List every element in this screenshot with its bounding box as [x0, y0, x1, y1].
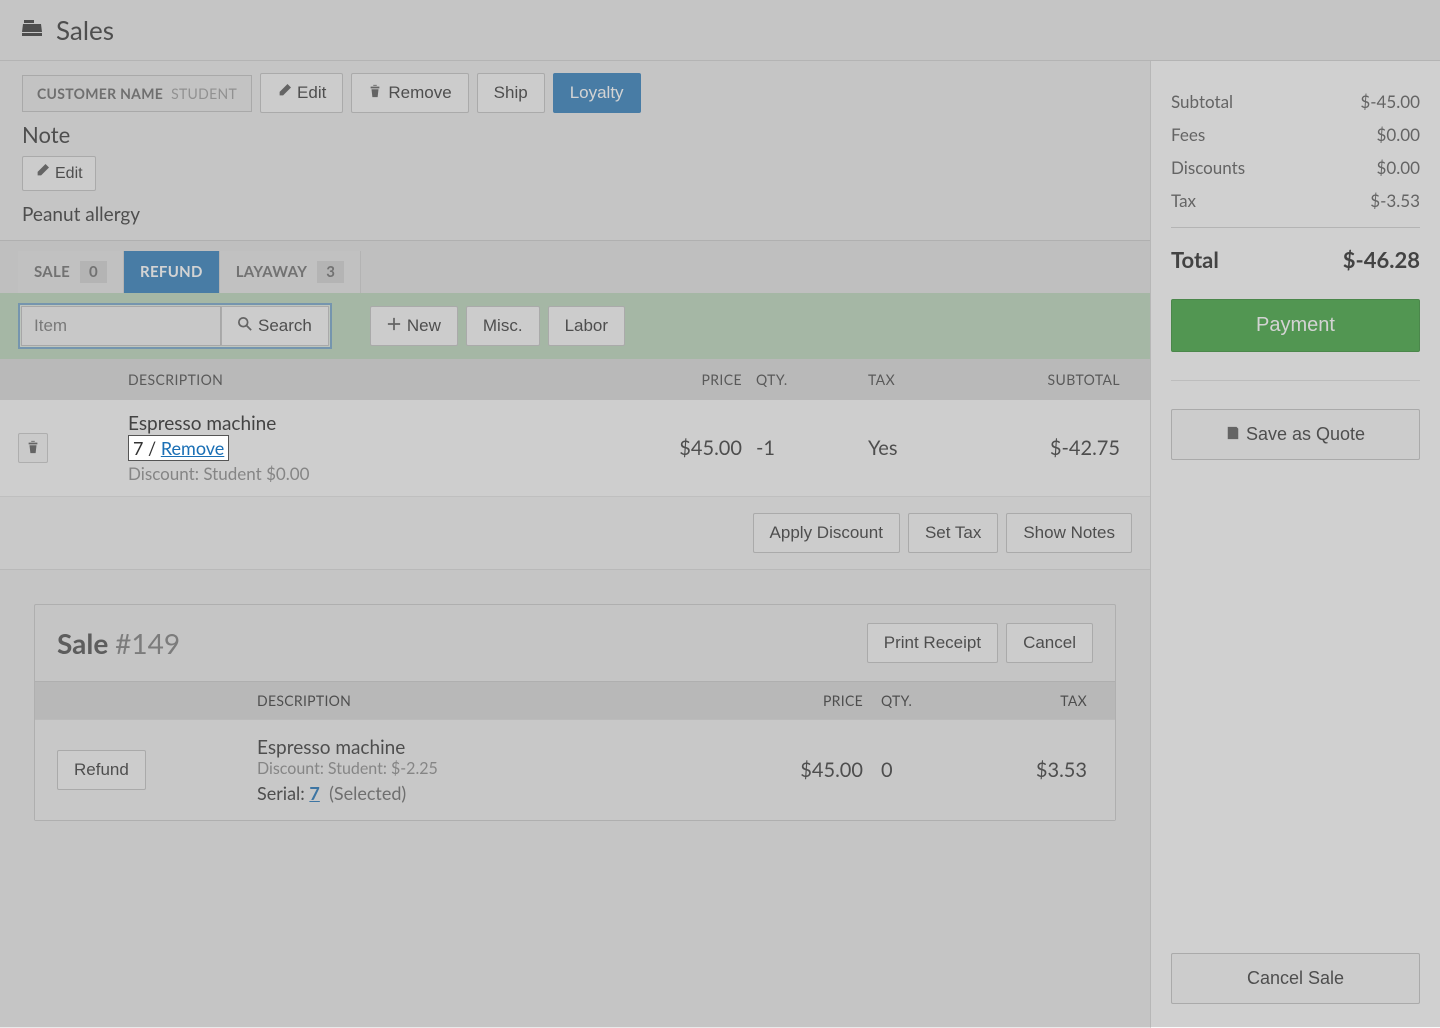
- line-description-cell: Espresso machine 7 / Remove Discount: St…: [58, 412, 632, 484]
- serial-link[interactable]: 7: [309, 782, 319, 804]
- loyalty-button[interactable]: Loyalty: [553, 73, 641, 113]
- set-tax-button[interactable]: Set Tax: [908, 513, 998, 553]
- col-description: DESCRIPTION: [18, 371, 632, 388]
- ship-button[interactable]: Ship: [477, 73, 545, 113]
- item-search-wrap: Search: [18, 303, 332, 349]
- edit-note-button[interactable]: Edit: [22, 156, 96, 191]
- remove-customer-button[interactable]: Remove: [351, 73, 468, 113]
- sale-card-line: Refund Espresso machine Discount: Studen…: [35, 719, 1115, 820]
- trash-icon: [368, 83, 382, 103]
- pencil-icon: [35, 164, 49, 183]
- sale-count-badge: 0: [80, 261, 107, 283]
- sale-line-qty: 0: [881, 758, 893, 782]
- line-item-name: Espresso machine: [128, 412, 632, 435]
- fees-row: Fees $0.00: [1171, 118, 1420, 151]
- note-text: Peanut allergy: [22, 203, 1128, 226]
- item-search-input[interactable]: [21, 306, 221, 346]
- sale-line-serial: Serial: 7 (Selected): [257, 782, 743, 804]
- serial-number: 7: [133, 437, 143, 459]
- cancel-sale-card-button[interactable]: Cancel: [1006, 623, 1093, 663]
- original-sale-card: Sale #149 Print Receipt Cancel DESCRIPTI…: [34, 604, 1116, 821]
- customer-name-value: STUDENT: [171, 85, 237, 102]
- line-qty: -1: [742, 436, 822, 460]
- refund-line-button[interactable]: Refund: [57, 750, 146, 790]
- sale-line-name: Espresso machine: [257, 736, 743, 759]
- tab-sale[interactable]: SALE 0: [18, 251, 124, 293]
- customer-name-box[interactable]: CUSTOMER NAME STUDENT: [22, 75, 252, 112]
- sale-card-table-header: DESCRIPTION PRICE QTY. TAX: [35, 681, 1115, 719]
- search-button[interactable]: Search: [221, 306, 329, 346]
- col-qty: QTY.: [742, 371, 822, 388]
- line-actions-row: Apply Discount Set Tax Show Notes: [0, 497, 1150, 570]
- customer-name-label: CUSTOMER NAME: [37, 85, 163, 102]
- line-item-row[interactable]: Espresso machine 7 / Remove Discount: St…: [0, 400, 1150, 497]
- item-search-row: Search New Misc. Labor: [0, 293, 1150, 359]
- tab-refund[interactable]: REFUND: [124, 251, 220, 293]
- line-discount: Discount: Student $0.00: [128, 463, 632, 484]
- payment-button[interactable]: Payment: [1171, 299, 1420, 352]
- customer-toolbar: CUSTOMER NAME STUDENT Edit Remove Ship L…: [0, 61, 1150, 113]
- line-subtotal: $-42.75: [982, 436, 1132, 460]
- layaway-count-badge: 3: [317, 261, 344, 283]
- line-table-header: DESCRIPTION PRICE QTY. TAX SUBTOTAL: [0, 359, 1150, 400]
- line-price: $45.00: [632, 436, 742, 460]
- delete-line-button[interactable]: [18, 433, 48, 463]
- col-tax: TAX: [822, 371, 982, 388]
- save-quote-button[interactable]: Save as Quote: [1171, 409, 1420, 460]
- quote-icon: [1226, 424, 1240, 445]
- subtotal-row: Subtotal $-45.00: [1171, 85, 1420, 118]
- col-subtotal: SUBTOTAL: [982, 371, 1132, 388]
- search-icon: [238, 316, 252, 336]
- serial-highlight: 7 / Remove: [128, 435, 229, 461]
- totals-sidebar: Subtotal $-45.00 Fees $0.00 Discounts $0…: [1150, 61, 1440, 1028]
- sale-line-price: $45.00: [800, 758, 863, 782]
- show-notes-button[interactable]: Show Notes: [1006, 513, 1132, 553]
- note-heading: Note: [22, 121, 1128, 148]
- page-title: Sales: [56, 14, 114, 46]
- misc-button[interactable]: Misc.: [466, 306, 540, 346]
- page-header: Sales: [0, 0, 1440, 61]
- tab-layaway[interactable]: LAYAWAY 3: [220, 251, 362, 293]
- cancel-sale-button[interactable]: Cancel Sale: [1171, 953, 1420, 1004]
- edit-customer-button[interactable]: Edit: [260, 73, 343, 113]
- plus-icon: [387, 316, 401, 336]
- sale-tabs: SALE 0 REFUND LAYAWAY 3: [0, 240, 1150, 293]
- sale-line-tax: $3.53: [1036, 758, 1087, 782]
- sale-line-discount: Discount: Student: $-2.25: [257, 759, 743, 778]
- print-receipt-button[interactable]: Print Receipt: [867, 623, 998, 663]
- note-section: Note Edit Peanut allergy: [0, 113, 1150, 240]
- trash-icon: [26, 439, 40, 458]
- total-row: Total $-46.28: [1171, 227, 1420, 279]
- labor-button[interactable]: Labor: [548, 306, 625, 346]
- sale-card-title: Sale #149: [57, 626, 180, 660]
- col-price: PRICE: [632, 371, 742, 388]
- discounts-row: Discounts $0.00: [1171, 151, 1420, 184]
- line-tax: Yes: [822, 436, 982, 460]
- apply-discount-button[interactable]: Apply Discount: [753, 513, 900, 553]
- register-icon: [20, 16, 44, 45]
- new-item-button[interactable]: New: [370, 306, 458, 346]
- tax-row: Tax $-3.53: [1171, 184, 1420, 217]
- remove-serial-link[interactable]: Remove: [161, 437, 225, 459]
- pencil-icon: [277, 83, 291, 103]
